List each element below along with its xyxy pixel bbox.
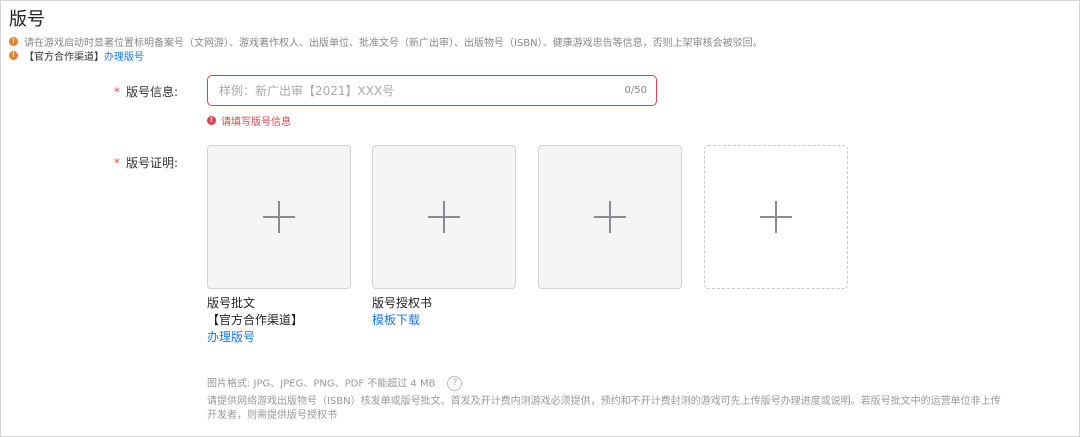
format-hint-text: 图片格式: JPG、JPEG、PNG、PDF 不能超过 4 MB [207, 378, 436, 390]
proof-field-label: * 版号证明: [114, 154, 178, 171]
caption-title: 版号批文 [207, 296, 256, 310]
apply-version-link[interactable]: 办理版号 [207, 329, 303, 346]
upload-box-approval[interactable] [207, 145, 351, 289]
section-title: 版号 [9, 9, 45, 30]
upload-description: 请提供网络游戏出版物号（ISBN）核发单或版号批文。首发及开计费内测游戏必须提供… [207, 395, 1001, 423]
caption-channel: 【官方合作渠道】 [207, 313, 304, 327]
version-number-panel: 版号 ! 请在游戏启动时显著位置标明备案号（文网游）、游戏著作权人、出版单位、批… [0, 0, 1080, 437]
upload-caption-authorization: 版号授权书 模板下载 [372, 295, 432, 329]
plus-icon [428, 201, 460, 233]
exclamation-icon: ! [9, 51, 18, 60]
error-text: 请填写版号信息 [221, 117, 291, 128]
version-info-placeholder: 样例：新广出审【2021】XXX号 [219, 84, 395, 98]
upload-box-3[interactable] [538, 145, 682, 289]
apply-version-link[interactable]: 办理版号 [104, 48, 144, 63]
caption-title: 版号授权书 [372, 296, 433, 310]
upload-box-4[interactable] [704, 145, 848, 289]
info-error-message: ! 请填写版号信息 [207, 113, 291, 128]
proof-label-text: 版号证明: [126, 156, 179, 170]
help-icon[interactable]: ? [447, 376, 463, 391]
required-mark: * [114, 156, 120, 170]
notice-display-requirement: ! 请在游戏启动时显著位置标明备案号（文网游）、游戏著作权人、出版单位、批准文号… [9, 34, 763, 49]
info-field-label: * 版号信息: [114, 83, 178, 100]
format-hint: 图片格式: JPG、JPEG、PNG、PDF 不能超过 4 MB? [207, 376, 463, 392]
upload-box-authorization[interactable] [372, 145, 516, 289]
char-counter: 0/50 [624, 85, 647, 96]
plus-icon [594, 201, 626, 233]
upload-caption-approval: 版号批文 【官方合作渠道】 办理版号 [207, 295, 303, 346]
notice-text: 请在游戏启动时显著位置标明备案号（文网游）、游戏著作权人、出版单位、批准文号（新… [24, 38, 763, 49]
channel-label: 【官方合作渠道】 [24, 52, 104, 63]
version-info-input[interactable]: 样例：新广出审【2021】XXX号 0/50 [207, 75, 657, 106]
plus-icon [760, 201, 792, 233]
exclamation-icon: ! [9, 37, 18, 46]
description-line-1: 请提供网络游戏出版物号（ISBN）核发单或版号批文。首发及开计费内测游戏必须提供… [207, 396, 1001, 407]
error-icon: ! [207, 116, 216, 125]
required-mark: * [114, 85, 120, 99]
info-label-text: 版号信息: [126, 85, 179, 99]
plus-icon [263, 201, 295, 233]
template-download-link[interactable]: 模板下载 [372, 312, 432, 329]
notice-channel: ! 【官方合作渠道】 办理版号 [9, 48, 144, 63]
description-line-2: 开发者，则需提供版号授权书 [207, 410, 337, 421]
